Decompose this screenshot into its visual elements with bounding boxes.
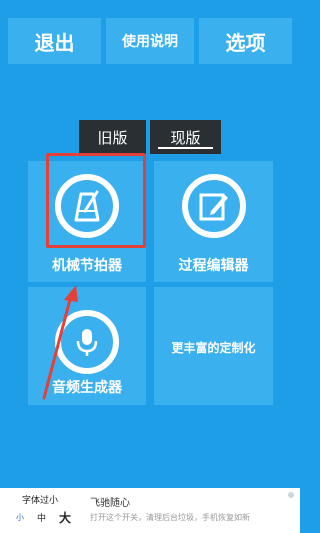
- ad-description[interactable]: 打开这个开关，清理后台垃圾，手机恢复如新: [90, 512, 250, 523]
- ad-dot-icon: [288, 492, 294, 498]
- bottom-ad-bar: 字体过小 小 中 大 飞驰随心 打开这个开关，清理后台垃圾，手机恢复如新: [0, 488, 300, 533]
- font-size-large[interactable]: 大: [59, 509, 71, 526]
- annotation-arrow: [42, 285, 78, 400]
- font-size-small[interactable]: 小: [16, 512, 24, 523]
- ad-title[interactable]: 飞驰随心: [90, 494, 130, 509]
- font-size-medium[interactable]: 中: [37, 511, 46, 524]
- font-size-title: 字体过小: [22, 496, 59, 506]
